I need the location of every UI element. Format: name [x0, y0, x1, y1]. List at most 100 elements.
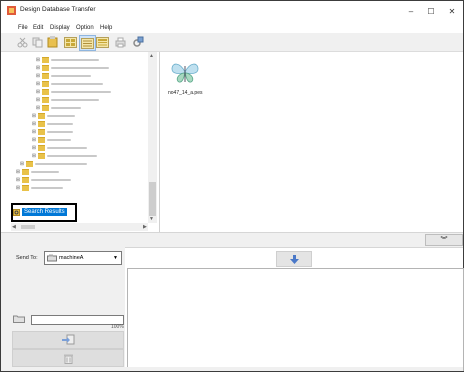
details-view-icon[interactable] [95, 35, 110, 49]
expand-icon[interactable]: ⊞ [35, 97, 41, 103]
tree-item[interactable]: ⊞ [35, 104, 81, 112]
tree-item-label [51, 91, 111, 93]
paste-icon[interactable] [45, 35, 59, 49]
tree-item-label [47, 147, 87, 149]
expand-icon[interactable]: ⊞ [35, 65, 41, 71]
transfer-icon [62, 334, 75, 345]
tree-item-label [31, 179, 71, 181]
folder-icon [22, 185, 29, 191]
tree-item-label [51, 67, 109, 69]
scroll-down-arrow-icon[interactable]: ▼ [149, 216, 154, 222]
tree-item-label [51, 59, 99, 61]
file-view[interactable] [160, 52, 462, 232]
transfer-button[interactable] [12, 331, 124, 349]
transfer-down-button[interactable] [276, 251, 312, 267]
tree-item[interactable]: ⊞ [19, 160, 87, 168]
menu-edit[interactable]: Edit [33, 25, 43, 31]
menu-option[interactable]: Option [76, 25, 94, 31]
tree-hscroll-thumb[interactable] [21, 225, 35, 229]
tree-item[interactable]: ⊞ [31, 152, 97, 160]
window-title: Design Database Transfer [20, 6, 96, 13]
status-bar [1, 367, 463, 371]
maximize-button[interactable]: ☐ [421, 3, 441, 19]
large-icons-view[interactable] [63, 35, 78, 49]
tree-item[interactable]: ⊞ [31, 136, 71, 144]
expand-icon[interactable]: ⊞ [31, 153, 37, 159]
tree-item[interactable]: ⊞ [35, 80, 103, 88]
menu-file[interactable]: File [18, 25, 28, 31]
tree-item-label [31, 187, 63, 189]
tree-item[interactable]: ⊞ [15, 184, 63, 192]
folder-icon [42, 105, 49, 111]
tree-item[interactable]: ⊞ [31, 144, 87, 152]
expand-icon[interactable]: ⊞ [35, 73, 41, 79]
folder-icon [22, 177, 29, 183]
progress-percent: 100% [111, 324, 124, 330]
tree-item[interactable]: ⊞ [35, 96, 99, 104]
expand-icon[interactable]: ⊞ [35, 57, 41, 63]
tree-item[interactable]: ⊞ [31, 128, 73, 136]
tree-item-label [47, 123, 73, 125]
list-view-icon[interactable] [79, 35, 96, 51]
tree-item-label [47, 131, 73, 133]
menu-help[interactable]: Help [100, 25, 112, 31]
settings-icon[interactable] [131, 35, 145, 49]
down-arrow-icon [289, 254, 299, 264]
collapse-button[interactable]: ︾ [425, 234, 463, 246]
folder-icon [42, 97, 49, 103]
scroll-left-arrow-icon[interactable]: ◀ [12, 224, 16, 230]
close-button[interactable]: ✕ [442, 3, 462, 19]
print-icon[interactable] [113, 35, 127, 49]
scroll-up-arrow-icon[interactable]: ▲ [149, 53, 154, 59]
tree-item-label [47, 155, 97, 157]
machine-select[interactable]: machineA ▼ [44, 251, 122, 265]
expand-icon[interactable]: ⊞ [15, 177, 21, 183]
folder-icon [22, 169, 29, 175]
expand-icon[interactable]: ⊞ [35, 81, 41, 87]
folder-icon [38, 113, 45, 119]
butterfly-icon[interactable] [170, 60, 200, 86]
tree-item-label [35, 163, 87, 165]
tree-item[interactable]: ⊞ [15, 168, 59, 176]
chevron-down-icon: ▼ [113, 255, 118, 261]
tree-item-label [31, 171, 59, 173]
tree-item[interactable]: ⊞ [35, 56, 99, 64]
send-to-label: Send To: [16, 255, 38, 261]
app-icon [7, 6, 16, 15]
tree-item[interactable]: ⊞ [35, 64, 109, 72]
folder-icon [42, 57, 49, 63]
expand-icon[interactable]: ⊞ [35, 105, 41, 111]
copy-icon[interactable] [30, 35, 44, 49]
highlight-box [11, 203, 77, 222]
trash-icon [63, 354, 73, 364]
tree-item-label [47, 139, 71, 141]
pane-divider [1, 232, 463, 248]
tree-item[interactable]: ⊞ [35, 88, 111, 96]
expand-icon[interactable]: ⊞ [15, 169, 21, 175]
tree-item[interactable]: ⊞ [31, 112, 75, 120]
expand-icon[interactable]: ⊞ [31, 113, 37, 119]
expand-icon[interactable]: ⊞ [31, 129, 37, 135]
expand-icon[interactable]: ⊞ [31, 137, 37, 143]
progress-fill [32, 316, 123, 324]
tree-item[interactable]: ⊞ [31, 120, 73, 128]
tree-item-label [51, 107, 81, 109]
transfer-list[interactable] [127, 268, 464, 371]
expand-icon[interactable]: ⊞ [31, 121, 37, 127]
expand-icon[interactable]: ⊞ [31, 145, 37, 151]
tree-scroll-thumb[interactable] [149, 182, 156, 216]
expand-icon[interactable]: ⊞ [35, 89, 41, 95]
folder-icon [42, 73, 49, 79]
folder-icon [13, 315, 25, 323]
folder-icon [38, 137, 45, 143]
expand-icon[interactable]: ⊞ [15, 185, 21, 191]
menu-display[interactable]: Display [50, 25, 70, 31]
folder-icon [42, 89, 49, 95]
delete-button[interactable] [12, 349, 124, 367]
tree-item[interactable]: ⊞ [15, 176, 71, 184]
tree-item[interactable]: ⊞ [35, 72, 91, 80]
expand-icon[interactable]: ⊞ [19, 161, 25, 167]
scroll-right-arrow-icon[interactable]: ▶ [143, 224, 147, 230]
minimize-button[interactable]: – [401, 3, 421, 19]
scissors-icon[interactable] [15, 35, 29, 49]
